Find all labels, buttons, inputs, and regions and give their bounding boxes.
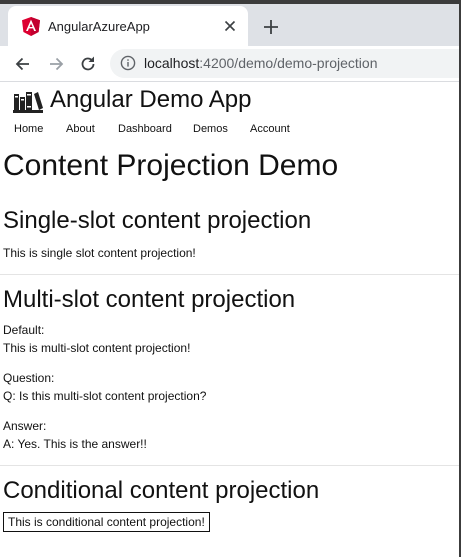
single-slot-heading: Single-slot content projection xyxy=(3,207,312,234)
nav-account[interactable]: Account xyxy=(250,123,290,135)
nav-about[interactable]: About xyxy=(66,123,95,135)
question-label: Question: xyxy=(3,371,55,385)
back-arrow-icon[interactable] xyxy=(13,54,33,74)
nav-home[interactable]: Home xyxy=(14,123,43,135)
window-top-border xyxy=(0,0,461,4)
default-label: Default: xyxy=(3,323,45,337)
question-text: Q: Is this multi-slot content projection… xyxy=(3,389,207,403)
app-title: Angular Demo App xyxy=(50,86,252,113)
tab-title: AngularAzureApp xyxy=(48,19,150,34)
reload-icon[interactable] xyxy=(78,54,98,74)
books-logo-icon xyxy=(13,92,43,113)
divider xyxy=(0,465,459,466)
nav-dashboard[interactable]: Dashboard xyxy=(118,123,172,135)
url-host: localhost xyxy=(144,55,200,71)
close-icon[interactable] xyxy=(222,18,238,34)
conditional-content-box: This is conditional content projection! xyxy=(3,512,210,532)
default-text: This is multi-slot content projection! xyxy=(3,341,191,355)
browser-tabstrip: AngularAzureApp xyxy=(0,0,461,46)
conditional-heading: Conditional content projection xyxy=(3,477,320,504)
answer-text: A: Yes. This is the answer!! xyxy=(3,437,147,451)
nav-demos[interactable]: Demos xyxy=(193,123,228,135)
plus-icon[interactable] xyxy=(262,18,280,36)
answer-label: Answer: xyxy=(3,419,47,433)
divider xyxy=(0,274,459,275)
forward-arrow-icon[interactable] xyxy=(46,54,66,74)
url-text: localhost:4200/demo/demo-projection xyxy=(144,55,378,71)
page-title: Content Projection Demo xyxy=(3,149,339,182)
info-icon[interactable] xyxy=(120,55,136,71)
single-slot-text: This is single slot content projection! xyxy=(3,246,196,260)
browser-toolbar: localhost:4200/demo/demo-projection xyxy=(0,46,461,82)
address-bar[interactable]: localhost:4200/demo/demo-projection xyxy=(110,49,461,78)
browser-tab[interactable]: AngularAzureApp xyxy=(8,6,248,46)
multi-slot-heading: Multi-slot content projection xyxy=(3,286,296,313)
url-path: :4200/demo/demo-projection xyxy=(199,55,378,71)
angular-favicon-icon xyxy=(22,17,40,36)
